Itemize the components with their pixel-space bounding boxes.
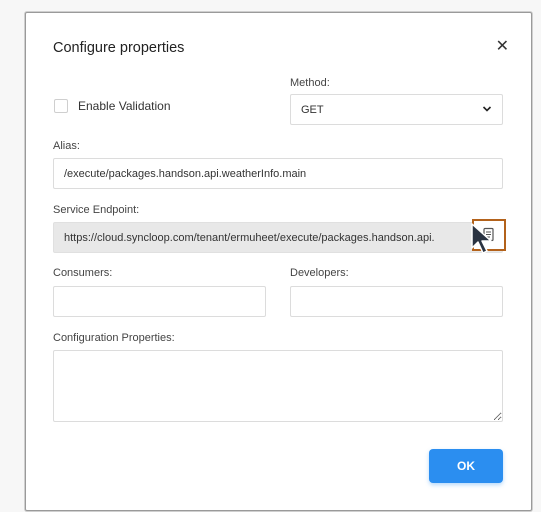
service-endpoint-label: Service Endpoint: (53, 204, 140, 216)
enable-validation-label: Enable Validation (78, 99, 171, 113)
configuration-properties-label: Configuration Properties: (53, 332, 175, 344)
service-endpoint-field: https://cloud.syncloop.com/tenant/ermuhe… (53, 222, 503, 253)
alias-value: /execute/packages.handson.api.weatherInf… (64, 167, 307, 180)
dialog-title: Configure properties (53, 40, 185, 56)
method-label: Method: (290, 77, 330, 89)
alias-input[interactable]: /execute/packages.handson.api.weatherInf… (53, 158, 503, 189)
developers-label: Developers: (290, 267, 349, 279)
enable-validation-row[interactable]: Enable Validation (54, 99, 171, 113)
mouse-cursor-icon (471, 223, 492, 254)
method-value: GET (301, 103, 324, 116)
method-select[interactable]: GET (290, 94, 503, 125)
service-endpoint-value: https://cloud.syncloop.com/tenant/ermuhe… (64, 231, 435, 244)
enable-validation-checkbox[interactable] (54, 99, 68, 113)
ok-button[interactable]: OK (429, 449, 503, 483)
configure-properties-dialog: Configure properties ✕ Enable Validation… (25, 12, 532, 511)
chevron-down-icon (482, 106, 492, 112)
developers-input[interactable] (290, 286, 503, 317)
alias-label: Alias: (53, 140, 80, 152)
close-icon[interactable]: ✕ (496, 37, 509, 57)
consumers-label: Consumers: (53, 267, 113, 279)
consumers-input[interactable] (53, 286, 266, 317)
configuration-properties-textarea[interactable] (53, 350, 503, 422)
